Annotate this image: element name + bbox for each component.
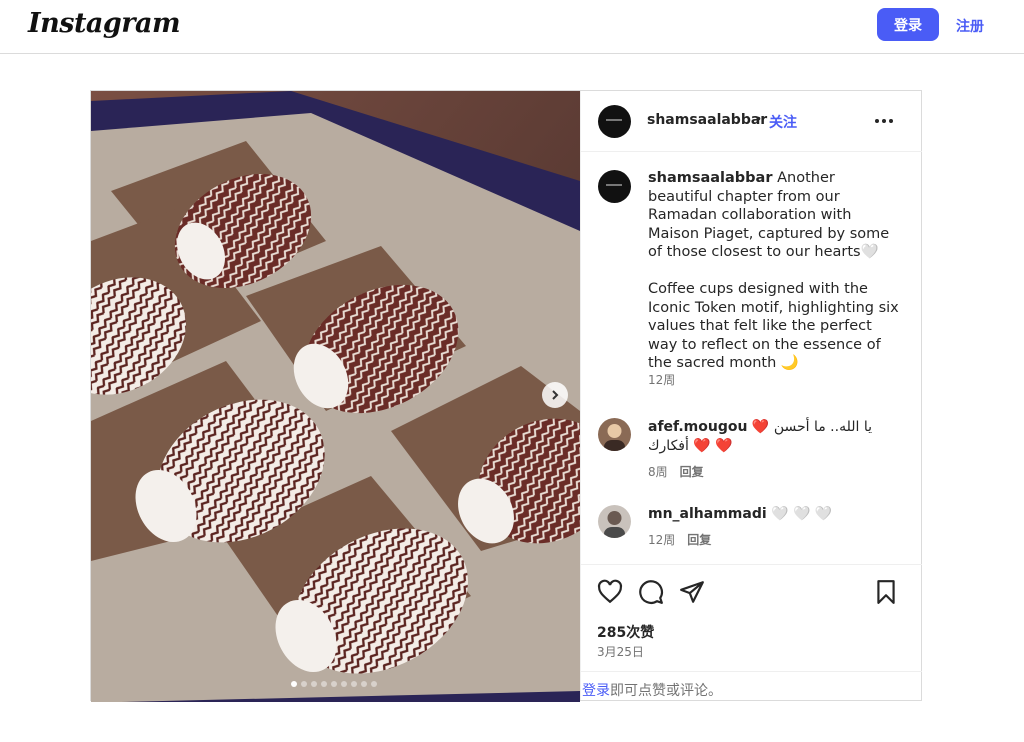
carousel-dot xyxy=(341,681,347,687)
login-button[interactable]: 登录 xyxy=(877,8,939,41)
carousel-dot xyxy=(371,681,377,687)
comment-time: 8周 xyxy=(648,465,668,479)
signup-link[interactable]: 注册 xyxy=(956,16,984,36)
comment-meta: 12周 回复 xyxy=(648,531,711,548)
follow-button[interactable]: 关注 xyxy=(769,112,797,132)
login-prompt: 登录即可点赞或评论。 xyxy=(581,671,922,702)
share-icon[interactable] xyxy=(679,579,705,605)
author-username[interactable]: shamsaalabbar xyxy=(647,112,767,128)
login-prompt-link[interactable]: 登录 xyxy=(582,683,610,699)
carousel-dot xyxy=(301,681,307,687)
caption-text: Another beautiful chapter from our Ramad… xyxy=(648,170,899,371)
login-prompt-text: 即可点赞或评论。 xyxy=(610,683,722,699)
caption-avatar[interactable] xyxy=(598,170,631,203)
caption-time: 12周 xyxy=(648,373,676,387)
reply-button[interactable]: 回复 xyxy=(680,465,704,479)
top-nav: Instagram 登录 注册 xyxy=(0,0,1024,54)
post-image[interactable] xyxy=(91,91,580,702)
comment-body: afef.mougou ❤️ يا الله.. ما أحسن أفكارك … xyxy=(648,418,903,456)
like-count[interactable]: 285次赞 xyxy=(597,622,654,642)
more-icon[interactable] xyxy=(874,113,894,129)
comment-meta: 8周 回复 xyxy=(648,463,704,480)
comment-body: mn_alhammadi 🤍 🤍 🤍 xyxy=(648,505,903,524)
heart-icon[interactable] xyxy=(597,579,623,605)
bookmark-icon[interactable] xyxy=(873,579,899,605)
carousel-dot xyxy=(311,681,317,687)
comment-username[interactable]: afef.mougou xyxy=(648,419,747,435)
comment-icon[interactable] xyxy=(638,579,664,605)
comments-section: shamsaalabbar Another beautiful chapter … xyxy=(581,153,922,563)
instagram-logo[interactable]: Instagram xyxy=(28,8,181,39)
post-date: 3月25日 xyxy=(597,645,644,659)
separator-dot: • xyxy=(756,110,761,126)
comment-text: 🤍 🤍 🤍 xyxy=(771,506,833,522)
comment-time: 12周 xyxy=(648,533,676,547)
author-avatar[interactable] xyxy=(598,105,631,138)
caption: shamsaalabbar Another beautiful chapter … xyxy=(648,169,903,373)
carousel-dot xyxy=(291,681,297,687)
commenter-avatar[interactable] xyxy=(598,418,631,451)
carousel-indicator xyxy=(291,681,377,687)
post-side-panel: shamsaalabbar • 关注 shamsaalabbar Another… xyxy=(580,91,922,701)
carousel-dot xyxy=(331,681,337,687)
post-header: shamsaalabbar • 关注 xyxy=(581,91,922,152)
post-card: shamsaalabbar • 关注 shamsaalabbar Another… xyxy=(90,90,922,702)
coffee-cups-photo xyxy=(91,91,580,702)
reply-button[interactable]: 回复 xyxy=(687,533,711,547)
commenter-avatar[interactable] xyxy=(598,505,631,538)
next-arrow-icon[interactable] xyxy=(542,382,568,408)
carousel-dot xyxy=(351,681,357,687)
carousel-dot xyxy=(361,681,367,687)
post-actions: 285次赞 3月25日 登录即可点赞或评论。 xyxy=(581,564,922,701)
caption-username[interactable]: shamsaalabbar xyxy=(648,170,773,186)
carousel-dot xyxy=(321,681,327,687)
comment-username[interactable]: mn_alhammadi xyxy=(648,506,767,522)
